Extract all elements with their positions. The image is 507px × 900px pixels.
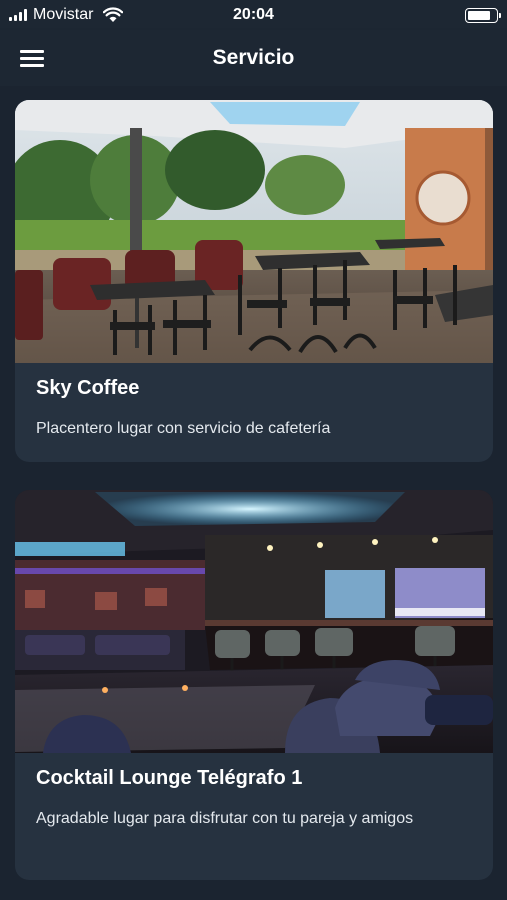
- nav-bar: Servicio: [0, 30, 507, 86]
- cocktail-lounge-bar-photo: [15, 490, 493, 753]
- service-title: Cocktail Lounge Telégrafo 1: [36, 767, 303, 789]
- status-time: 20:04: [233, 6, 274, 23]
- status-bar: Movistar 20:04: [0, 0, 507, 30]
- page-title: Servicio: [212, 46, 295, 69]
- service-list[interactable]: Sky Coffee Placentero lugar con servicio…: [0, 86, 507, 900]
- service-description: Placentero lugar con servicio de cafeter…: [36, 420, 331, 437]
- battery-level: [468, 11, 490, 20]
- battery-icon: [465, 8, 501, 23]
- service-description: Agradable lugar para disfrutar con tu pa…: [36, 810, 414, 827]
- service-card-cocktail-lounge[interactable]: Cocktail Lounge Telégrafo 1 Agradable lu…: [15, 490, 493, 880]
- outdoor-terrace-cafe-photo: [15, 100, 493, 363]
- service-card-sky-coffee[interactable]: Sky Coffee Placentero lugar con servicio…: [15, 100, 493, 462]
- service-title: Sky Coffee: [36, 377, 140, 399]
